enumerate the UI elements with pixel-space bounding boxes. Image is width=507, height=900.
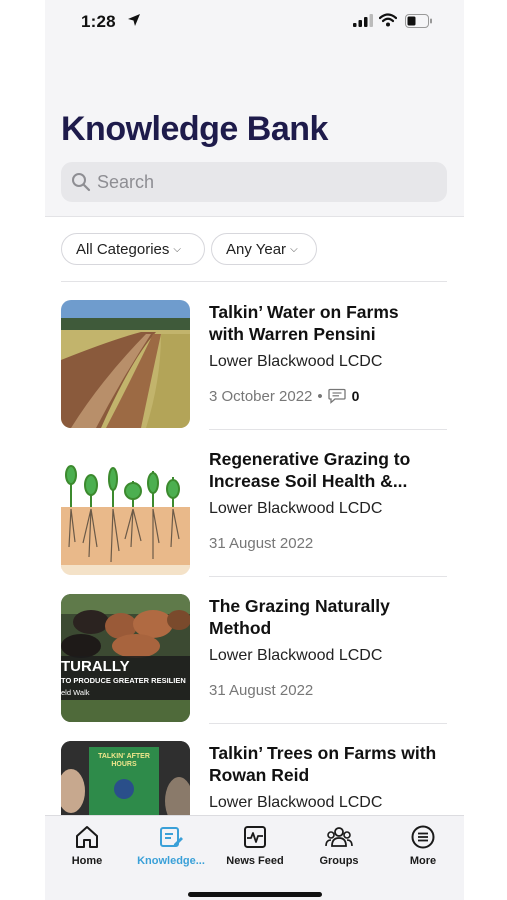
comment-count: 0 xyxy=(351,388,360,404)
item-meta: 3 October 2022 • 0 xyxy=(209,388,359,408)
tab-news-feed[interactable]: News Feed xyxy=(213,824,297,867)
search-placeholder: Search xyxy=(97,172,155,192)
tab-groups[interactable]: Groups xyxy=(297,824,381,867)
signal-icon xyxy=(353,14,373,32)
phone-screen: 1:28 Knowledge Bank Search All Categorie… xyxy=(45,0,464,900)
list-item[interactable]: TURALLY TO PRODUCE GREATER RESILIEN eld … xyxy=(61,594,447,741)
item-title: The Grazing Naturally Method xyxy=(209,596,390,638)
knowledge-icon xyxy=(129,824,213,850)
tab-more[interactable]: More xyxy=(381,824,464,867)
tab-knowledge-label: Knowledge... xyxy=(137,855,205,867)
year-filter-label: Any Year xyxy=(226,241,287,258)
item-organisation: Lower Blackwood LCDC xyxy=(209,500,383,517)
item-title: Talkin’ Trees on Farms with Rowan Reid xyxy=(209,743,437,785)
groups-icon xyxy=(297,824,381,850)
item-divider xyxy=(209,723,447,724)
item-date: 31 August 2022 xyxy=(209,682,314,699)
comment-icon xyxy=(328,388,346,408)
item-organisation: Lower Blackwood LCDC xyxy=(209,647,383,664)
header-divider xyxy=(45,216,464,217)
page-title: Knowledge Bank xyxy=(61,110,328,148)
thumb-banner-text: TURALLY xyxy=(61,658,130,675)
header: Knowledge Bank Search xyxy=(45,46,464,216)
item-organisation: Lower Blackwood LCDC xyxy=(209,353,383,370)
status-bar: 1:28 xyxy=(45,0,464,46)
category-filter-label: All Categories xyxy=(76,241,170,258)
list-item[interactable]: Regenerative Grazing to Increase Soil He… xyxy=(61,447,447,594)
search-input[interactable]: Search xyxy=(61,162,447,202)
meta-separator: • xyxy=(317,388,323,405)
tab-home[interactable]: Home xyxy=(45,824,129,867)
chevron-down-icon: ⌵ xyxy=(290,244,298,255)
item-thumbnail-roots xyxy=(61,447,190,575)
tab-more-label: More xyxy=(409,855,437,867)
category-filter[interactable]: All Categories ⌵ xyxy=(61,233,205,265)
item-organisation: Lower Blackwood LCDC xyxy=(209,794,383,811)
home-icon xyxy=(45,824,129,850)
tab-bar: Home Knowledge... News Feed Groups More xyxy=(45,815,464,900)
battery-icon xyxy=(405,14,433,33)
item-title: Talkin’ Water on Farms with Warren Pensi… xyxy=(209,302,399,344)
thumb-poster-text: TALKIN' AFTER HOURS xyxy=(89,753,159,769)
filter-divider xyxy=(61,281,447,282)
news-feed-icon xyxy=(213,824,297,850)
home-indicator[interactable] xyxy=(188,892,322,897)
list-item[interactable]: Talkin’ Water on Farms with Warren Pensi… xyxy=(61,300,447,447)
item-divider xyxy=(209,429,447,430)
item-title: Regenerative Grazing to Increase Soil He… xyxy=(209,449,411,491)
thumb-banner-subtext: TO PRODUCE GREATER RESILIEN xyxy=(61,676,186,685)
item-thumbnail-cattle: TURALLY TO PRODUCE GREATER RESILIEN eld … xyxy=(61,594,190,722)
chevron-down-icon: ⌵ xyxy=(173,244,181,255)
tab-news-feed-label: News Feed xyxy=(226,855,284,867)
tab-groups-label: Groups xyxy=(319,855,359,867)
search-icon xyxy=(71,172,91,197)
thumb-poster-line2: HOURS xyxy=(111,761,137,768)
more-icon xyxy=(381,824,464,850)
item-date: 31 August 2022 xyxy=(209,535,314,552)
year-filter[interactable]: Any Year ⌵ xyxy=(211,233,317,265)
item-thumbnail-water xyxy=(61,300,190,428)
wifi-icon xyxy=(378,13,398,32)
item-divider xyxy=(209,576,447,577)
thumb-banner-caption: eld Walk xyxy=(61,688,90,697)
status-time: 1:28 xyxy=(81,12,116,31)
location-arrow-icon xyxy=(127,13,141,32)
tab-home-label: Home xyxy=(71,855,103,867)
item-date: 3 October 2022 xyxy=(209,388,313,405)
tab-knowledge[interactable]: Knowledge... xyxy=(129,824,213,867)
thumb-poster-line1: TALKIN' AFTER xyxy=(98,753,150,760)
